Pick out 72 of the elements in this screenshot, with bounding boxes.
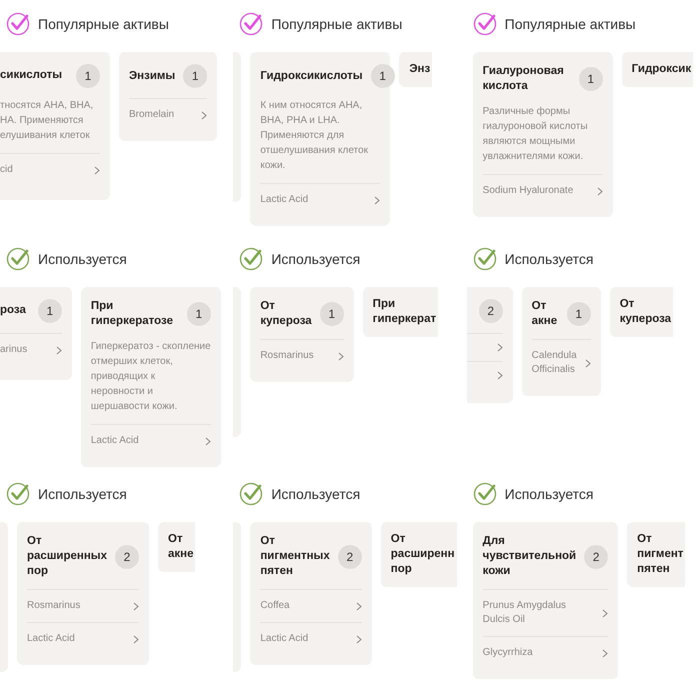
chevron-icon: [133, 634, 139, 644]
chevron-icon: [584, 358, 591, 368]
category-card[interactable]: Энзимы 1 Bromelain: [119, 52, 218, 141]
count-badge: 1: [38, 299, 62, 323]
chevron-icon: [133, 602, 139, 610]
card-description: К ним относятся AHA, BHA, PHA и LHA. Применяются для отшелушивания клеток кожи.: [260, 99, 369, 173]
card-title: От купероза: [620, 297, 672, 327]
section-title: Популярные активы: [271, 14, 402, 34]
count-badge: 1: [183, 64, 208, 88]
card-title: Гидроксикислоты: [260, 68, 363, 84]
section-title: Популярные активы: [504, 14, 636, 34]
section-title: Используется: [271, 250, 360, 269]
chevron-icon: [602, 648, 608, 658]
category-card[interactable]: От купероза 1 Rosmarinus: [250, 287, 354, 382]
category-card[interactable]: При гиперкерат: [362, 287, 438, 337]
card-title: От акне: [532, 299, 558, 329]
chevron-icon: [201, 110, 208, 120]
category-card[interactable]: 2: [466, 287, 513, 403]
section-title: Используется: [38, 484, 127, 504]
card-title: Гиалуроновая кислота: [482, 64, 564, 94]
category-card[interactable]: Гиалуроновая кислота 1 Различные формы гиалуроновой кислоты являются мощными увлажнителями кожи. Sodium Hyaluronate: [472, 52, 613, 217]
section-title: Используется: [504, 250, 594, 269]
card-title: Энзимы: [129, 68, 176, 84]
count-badge: 1: [320, 302, 344, 326]
card-title: Для чувствительной кожи: [482, 534, 576, 579]
card-title: От пигмент пятен: [637, 532, 684, 577]
count-badge: 1: [370, 64, 395, 88]
card-title: При гиперкератозе: [90, 299, 173, 329]
count-badge: 1: [566, 302, 591, 326]
card-title: От расширенных пор: [27, 534, 107, 579]
chevron-icon: [356, 634, 362, 644]
chevron-icon: [94, 166, 100, 174]
category-card[interactable]: От пигмент пятен: [627, 522, 686, 587]
category-card[interactable]: От купероза: [610, 287, 674, 337]
category-card[interactable]: От акне: [158, 522, 196, 572]
card-title: сикислоты: [0, 68, 62, 84]
section-title: Используется: [38, 250, 127, 269]
count-badge: 1: [578, 67, 603, 91]
card-title: Энз: [409, 62, 430, 77]
category-card[interactable]: Энз: [399, 52, 432, 87]
chevron-icon: [374, 196, 380, 204]
card-description: Различные формы гиалуроновой кислоты являются мощными увлажнителями кожи.: [482, 105, 589, 164]
card-description: Гиперкератоз - скопление отмерших клеток, приводящих к неровности и шершавости кожи.: [90, 340, 211, 414]
card-description: тносятся АНА, ВНА, НА. Применяются елушивания клеток: [0, 99, 94, 143]
category-card[interactable]: При гиперкератозе 1 Гиперкератоз - скопление отмерших клеток, приводящих к неровности и шершавости кожи. Lactic Acid: [80, 287, 221, 467]
card-title: От акне: [168, 532, 194, 562]
chevron-icon: [56, 346, 62, 354]
category-card[interactable]: роза 1 arinus: [0, 287, 72, 380]
category-card[interactable]: Гидроксик: [622, 52, 694, 87]
card-title: При гиперкерат: [372, 297, 436, 327]
card-title: От купероза: [260, 299, 312, 329]
section-title: Используется: [504, 484, 594, 504]
card-title: роза: [0, 303, 26, 318]
chevron-icon: [602, 608, 608, 618]
category-card[interactable]: От акне 1 Calendula Officinalis: [522, 287, 601, 396]
count-badge: 2: [115, 544, 139, 568]
chevron-icon: [596, 186, 603, 196]
count-badge: 1: [186, 302, 211, 326]
section-title: Используется: [271, 484, 360, 504]
card-title: Гидроксик: [632, 62, 692, 77]
count-badge: 1: [76, 64, 100, 88]
count-badge: 2: [584, 544, 608, 568]
count-badge: 2: [478, 299, 503, 323]
chevron-icon: [338, 352, 344, 360]
count-badge: 2: [338, 544, 362, 568]
chevron-icon: [356, 602, 362, 610]
section-title: Популярные активы: [38, 14, 169, 34]
card-title: От пигментных пятен: [260, 534, 330, 579]
category-card[interactable]: сикислоты 1 тносятся АНА, ВНА, НА. Применяются елушивания клеток cid: [0, 52, 110, 200]
chevron-icon: [204, 436, 211, 446]
category-card[interactable]: От расширенн пор: [380, 522, 457, 587]
card-title: От расширенн пор: [390, 532, 455, 577]
